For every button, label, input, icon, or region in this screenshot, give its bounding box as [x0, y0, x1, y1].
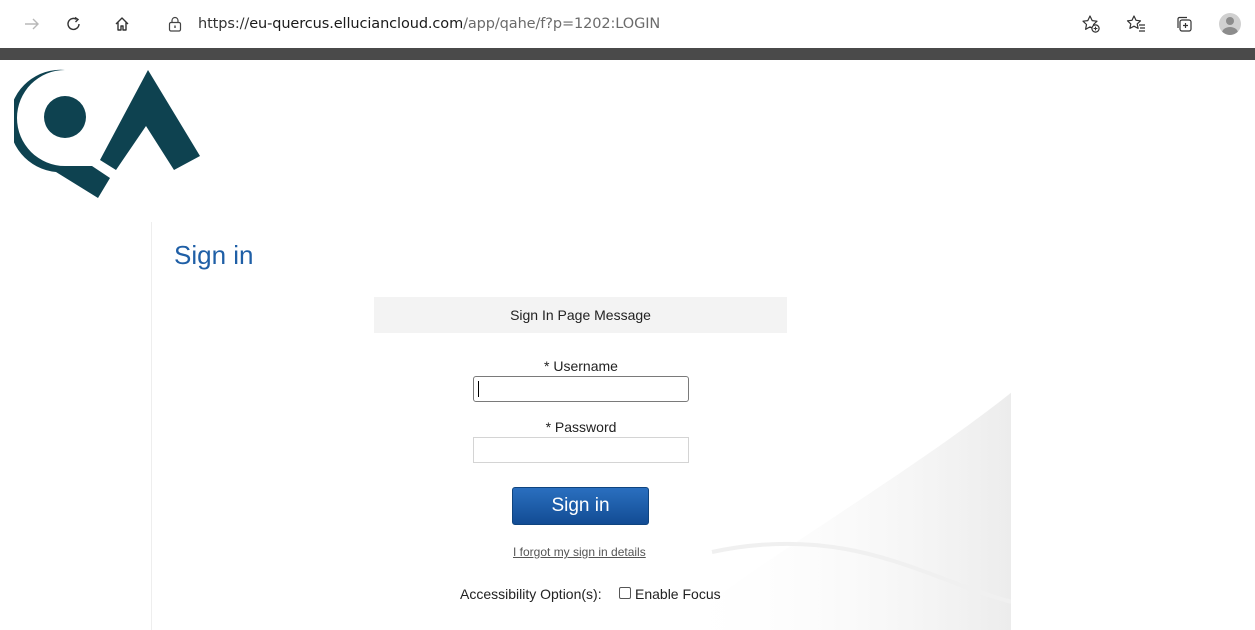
- signin-page-message: Sign In Page Message: [374, 297, 787, 333]
- forward-icon[interactable]: [18, 10, 46, 38]
- page-title: Sign in: [174, 240, 254, 270]
- lock-icon[interactable]: [166, 15, 184, 33]
- url-scheme: https://: [198, 16, 250, 32]
- refresh-icon[interactable]: [60, 10, 88, 38]
- address-bar[interactable]: https://eu-quercus.elluciancloud.com/app…: [152, 8, 1062, 40]
- accessibility-label: Accessibility Option(s):: [460, 586, 602, 602]
- text-caret: [478, 381, 479, 397]
- username-input[interactable]: [473, 376, 689, 402]
- url-host: eu-quercus.elluciancloud.com: [249, 16, 464, 32]
- enable-focus-checkbox[interactable]: [619, 587, 631, 599]
- top-header-bar: [0, 48, 1255, 60]
- signin-button[interactable]: Sign in: [512, 487, 649, 525]
- url-path: /app/qahe/f?p=1202:LOGIN: [463, 16, 661, 32]
- qa-logo: [9, 66, 204, 200]
- profile-avatar[interactable]: [1219, 13, 1241, 35]
- password-input[interactable]: [473, 437, 689, 463]
- url-text: https://eu-quercus.elluciancloud.com/app…: [198, 16, 660, 32]
- add-favorite-icon[interactable]: [1077, 10, 1105, 38]
- username-label: * Username: [544, 358, 618, 374]
- forgot-signin-link[interactable]: I forgot my sign in details: [513, 545, 646, 559]
- collections-icon[interactable]: [1170, 10, 1198, 38]
- enable-focus-label[interactable]: Enable Focus: [635, 586, 721, 602]
- home-icon[interactable]: [108, 10, 136, 38]
- password-label: * Password: [545, 419, 617, 435]
- browser-toolbar: https://eu-quercus.elluciancloud.com/app…: [0, 0, 1255, 48]
- favorites-icon[interactable]: [1122, 10, 1150, 38]
